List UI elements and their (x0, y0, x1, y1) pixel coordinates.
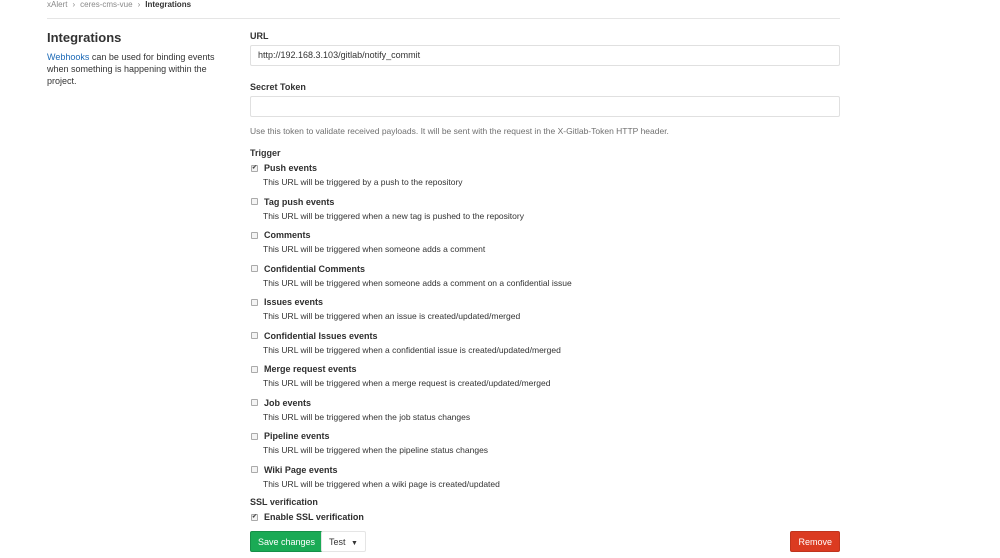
ssl-option-label: Enable SSL verification (264, 512, 364, 522)
trigger-row[interactable]: ✔ Push events (250, 162, 840, 174)
trigger-checkbox[interactable] (251, 231, 258, 239)
trigger-label: Trigger (250, 148, 281, 158)
trigger-row[interactable]: Wiki Page events (250, 464, 840, 476)
trigger-row[interactable]: Pipeline events (250, 430, 840, 442)
trigger-checkbox[interactable] (251, 265, 258, 272)
trigger-row[interactable]: Tag push events (250, 196, 840, 208)
webhooks-link[interactable]: Webhooks (47, 52, 89, 62)
trigger-item: Pipeline events This URL will be triggere… (250, 430, 840, 464)
secret-token-input[interactable] (250, 96, 840, 117)
remove-button[interactable]: Remove (790, 531, 840, 552)
trigger-label: Confidential Comments (264, 263, 366, 274)
breadcrumb-current: Integrations (145, 0, 192, 9)
chevron-right-icon: › (137, 0, 141, 9)
ssl-checkbox-row[interactable]: ✔ Enable SSL verification (250, 511, 840, 523)
trigger-label: Job events (264, 397, 312, 408)
trigger-description: This URL will be triggered when someone … (263, 277, 572, 288)
trigger-label: Tag push events (264, 196, 335, 207)
trigger-description: This URL will be triggered when a wiki p… (263, 478, 500, 489)
test-dropdown-button[interactable]: Test ▼ (321, 531, 366, 552)
trigger-checkbox[interactable] (251, 332, 258, 339)
description-text: Webhooks can be used for binding events … (47, 51, 222, 87)
trigger-description: This URL will be triggered when a merge … (263, 378, 551, 388)
secret-token-help: Use this token to validate received payl… (250, 126, 669, 136)
trigger-item: ✔ Push events This URL will be triggered b… (250, 162, 840, 196)
trigger-row[interactable]: Confidential Comments (250, 263, 840, 275)
trigger-checkbox[interactable] (251, 198, 258, 205)
trigger-description: This URL will be triggered when the job … (263, 411, 471, 422)
trigger-item: Issues events This URL will be triggered … (250, 296, 840, 330)
divider (47, 18, 840, 19)
page-title: Integrations (47, 30, 122, 45)
breadcrumb-xalert[interactable]: xAlert (47, 0, 67, 9)
trigger-label: Wiki Page events (264, 464, 338, 475)
trigger-label: Push events (264, 163, 318, 173)
trigger-checkbox[interactable]: ✔ (251, 164, 258, 172)
webhook-form: URL http://192.168.3.103/gitlab/notify_c… (250, 30, 840, 552)
trigger-label: Pipeline events (264, 431, 330, 441)
ssl-checkbox[interactable]: ✔ (251, 513, 258, 521)
trigger-label: Confidential Issues events (264, 330, 378, 341)
trigger-description: This URL will be triggered when the pipe… (263, 445, 489, 455)
trigger-item: Tag push events This URL will be triggere… (250, 196, 840, 230)
ssl-label: SSL verification (250, 497, 318, 507)
trigger-label: Comments (264, 230, 311, 240)
trigger-item: Wiki Page events This URL will be trigger… (250, 464, 840, 498)
breadcrumb: xAlert › ceres-cms-vue › Integrations (47, 0, 191, 9)
trigger-description: This URL will be triggered when a new ta… (263, 210, 524, 221)
trigger-label: Issues events (264, 297, 324, 307)
save-changes-button[interactable]: Save changes (250, 531, 324, 552)
chevron-right-icon: › (72, 0, 76, 9)
trigger-item: Confidential Comments This URL will be tr… (250, 263, 840, 297)
secret-token-label: Secret Token (250, 82, 306, 92)
breadcrumb-project[interactable]: ceres-cms-vue (80, 0, 132, 9)
trigger-description: This URL will be triggered when a confid… (263, 344, 561, 355)
trigger-item: Confidential Issues events This URL will … (250, 330, 840, 364)
trigger-description: This URL will be triggered when an issue… (263, 311, 521, 321)
trigger-description: This URL will be triggered by a push to … (263, 177, 463, 187)
form-actions: Save changes Test ▼ Remove (250, 531, 840, 552)
trigger-item: Job events This URL will be triggered whe… (250, 397, 840, 431)
sidebar-description: Integrations Webhooks can be used for bi… (47, 30, 222, 87)
trigger-description: This URL will be triggered when someone … (263, 244, 486, 254)
trigger-checkbox[interactable] (251, 432, 258, 440)
trigger-label: Merge request events (264, 364, 357, 374)
trigger-item: Merge request events This URL will be tri… (250, 363, 840, 397)
caret-down-icon: ▼ (351, 540, 358, 547)
trigger-row[interactable]: Merge request events (250, 363, 840, 375)
trigger-row[interactable]: Job events (250, 397, 840, 409)
url-label: URL (250, 31, 269, 41)
trigger-checkbox[interactable] (251, 298, 258, 306)
trigger-checkbox[interactable] (251, 399, 258, 406)
test-label: Test (329, 537, 346, 547)
trigger-checkbox[interactable] (251, 365, 258, 373)
trigger-item: Comments This URL will be triggered when … (250, 229, 840, 263)
trigger-list: ✔ Push events This URL will be triggered b… (250, 162, 840, 497)
trigger-row[interactable]: Comments (250, 229, 840, 241)
trigger-row[interactable]: Issues events (250, 296, 840, 308)
url-input[interactable]: http://192.168.3.103/gitlab/notify_commi… (250, 45, 840, 66)
trigger-row[interactable]: Confidential Issues events (250, 330, 840, 342)
trigger-checkbox[interactable] (251, 466, 258, 473)
